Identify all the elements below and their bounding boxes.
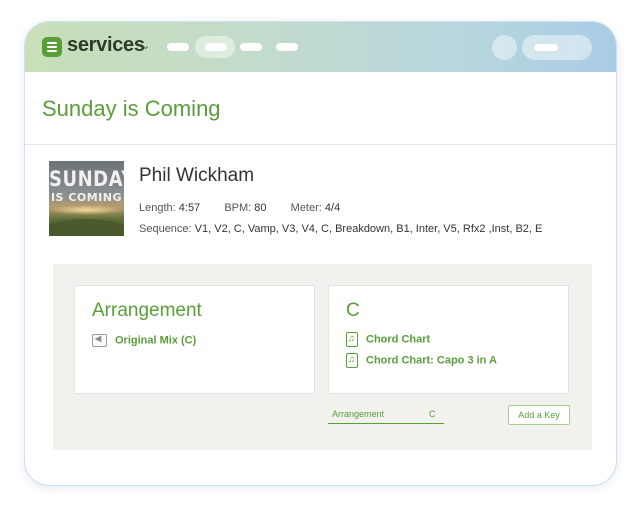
nav-item-4[interactable]	[276, 43, 298, 51]
sequence-value: V1, V2, C, Vamp, V3, V4, C, Breakdown, B…	[194, 223, 543, 235]
attachment-chord-chart-capo[interactable]: Chord Chart: Capo 3 in A	[346, 353, 497, 368]
arrangement-card: Arrangement Original Mix (C)	[74, 285, 315, 394]
meter-value: 4/4	[324, 202, 341, 214]
top-nav-bar: services ⌄	[25, 22, 616, 72]
nav-item-3[interactable]	[240, 43, 262, 51]
nav-item-1[interactable]	[167, 43, 189, 51]
arrangement-key-select[interactable]: Arrangement C	[328, 409, 444, 424]
avatar[interactable]	[492, 35, 517, 60]
app-name[interactable]: services	[67, 34, 145, 57]
add-key-button[interactable]: Add a Key	[508, 405, 570, 425]
arrangement-item-label[interactable]: Original Mix (C)	[115, 334, 196, 346]
music-doc-icon	[346, 353, 358, 368]
song-sequence: Sequence: V1, V2, C, Vamp, V3, V4, C, Br…	[139, 223, 542, 235]
attachment-label[interactable]: Chord Chart	[366, 333, 430, 345]
arrangement-item-original-mix[interactable]: Original Mix (C)	[92, 334, 196, 347]
meter-label: Meter:	[290, 202, 322, 214]
arrangement-panel: Arrangement Original Mix (C) C Chord Cha…	[53, 264, 592, 450]
music-doc-icon	[346, 332, 358, 347]
speaker-icon[interactable]	[92, 334, 107, 347]
album-art-title-line1: SUNDAY	[49, 166, 124, 193]
arrangement-select-label: Arrangement	[332, 409, 385, 419]
length-value: 4:57	[178, 202, 201, 214]
user-menu-button[interactable]	[522, 35, 592, 60]
artist-name: Phil Wickham	[139, 165, 255, 186]
app-window: services ⌄ Sunday is Coming SUNDAY IS CO…	[25, 22, 616, 485]
sequence-label: Sequence:	[139, 223, 192, 235]
length-label: Length:	[139, 202, 176, 214]
app-switcher-chevron-icon[interactable]: ⌄	[141, 39, 150, 52]
bpm-value: 80	[254, 202, 267, 214]
bpm-label: BPM:	[224, 202, 252, 214]
attachment-label[interactable]: Chord Chart: Capo 3 in A	[366, 354, 497, 366]
arrangement-select-key: C	[429, 409, 436, 419]
page-title: Sunday is Coming	[42, 96, 221, 121]
arrangement-card-title: Arrangement	[92, 300, 202, 321]
divider	[25, 144, 616, 145]
nav-item-2[interactable]	[205, 43, 227, 51]
attachment-chord-chart[interactable]: Chord Chart	[346, 332, 430, 347]
key-card-title: C	[346, 300, 360, 321]
album-art-title-line2: IS COMING	[50, 191, 123, 204]
services-logo-icon[interactable]	[42, 37, 62, 57]
key-card: C Chord Chart Chord Chart: Capo 3 in A	[328, 285, 569, 394]
song-meta: Length: 4:57 BPM: 80 Meter: 4/4	[139, 202, 340, 214]
album-art-image: SUNDAY IS COMING	[49, 161, 124, 236]
